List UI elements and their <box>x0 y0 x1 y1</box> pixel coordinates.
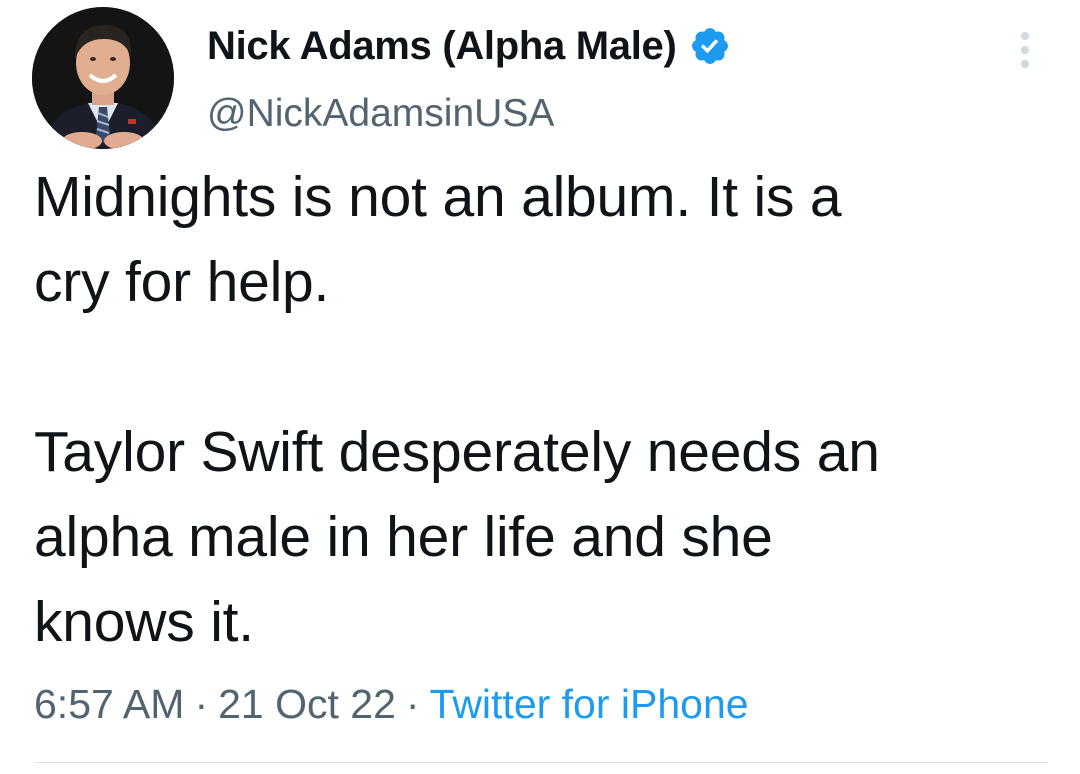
tweet-text: Midnights is not an album. It is a cry f… <box>34 165 880 654</box>
divider <box>34 762 1048 763</box>
tweet-source-link[interactable]: Twitter for iPhone <box>430 681 749 727</box>
more-options-icon[interactable] <box>1012 30 1038 70</box>
tweet: Nick Adams (Alpha Male) @NickAdamsinUSA … <box>0 0 1080 774</box>
tweet-date[interactable]: 21 Oct 22 <box>218 681 396 727</box>
tweet-time[interactable]: 6:57 AM <box>34 681 184 727</box>
avatar-photo <box>32 7 174 149</box>
verified-badge-icon <box>689 25 731 67</box>
tweet-metadata: 6:57 AM · 21 Oct 22 · Twitter for iPhone <box>34 676 749 732</box>
meta-separator: · <box>194 681 209 727</box>
meta-separator: · <box>405 681 420 727</box>
avatar[interactable] <box>32 7 174 149</box>
author-name-row[interactable]: Nick Adams (Alpha Male) <box>207 21 731 71</box>
author-handle[interactable]: @NickAdamsinUSA <box>207 89 554 139</box>
author-name[interactable]: Nick Adams (Alpha Male) <box>207 24 677 69</box>
